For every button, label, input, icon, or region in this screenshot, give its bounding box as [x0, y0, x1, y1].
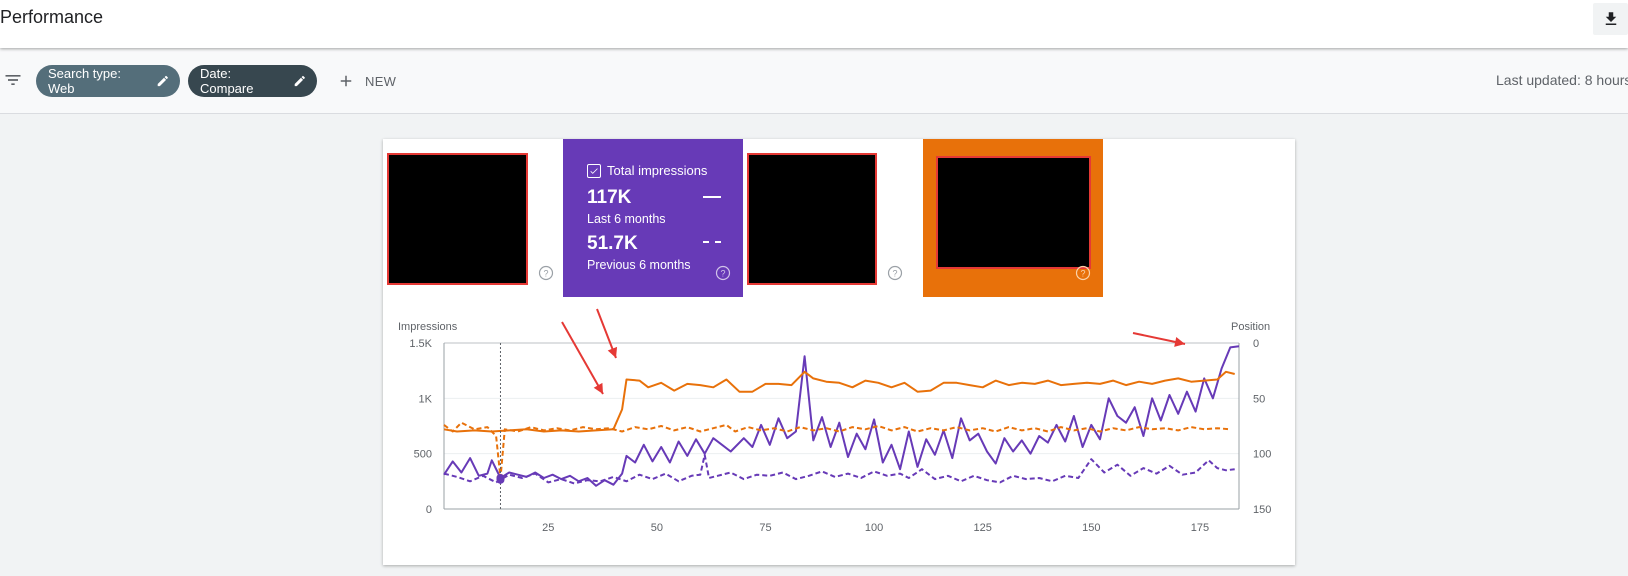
- dashed-line-legend-icon: [703, 241, 721, 243]
- redacted-box: [747, 153, 877, 285]
- help-icon[interactable]: ?: [1075, 265, 1091, 281]
- svg-text:?: ?: [892, 268, 897, 278]
- left-tick-label: 1.5K: [409, 338, 432, 350]
- x-tick-label: 75: [759, 522, 771, 534]
- previous-impressions-value: 51.7K: [587, 233, 638, 254]
- previous-period-label: Previous 6 months: [587, 258, 691, 272]
- right-tick-label: 100: [1253, 449, 1271, 461]
- left-tick-label: 0: [426, 504, 432, 516]
- x-tick-label: 25: [542, 522, 554, 534]
- edit-icon[interactable]: [293, 74, 307, 88]
- left-tick-label: 500: [414, 449, 432, 461]
- new-filter-button[interactable]: NEW: [337, 70, 396, 92]
- impressions-label[interactable]: Total impressions: [587, 163, 707, 178]
- metric-tile-clicks[interactable]: ?: [383, 139, 563, 297]
- performance-card: ? Total impressions 117K Last 6 months 5…: [383, 139, 1295, 565]
- x-tick-label: 175: [1191, 522, 1209, 534]
- right-tick-label: 50: [1253, 393, 1265, 405]
- last-updated-text: Last updated: 8 hours ago: [1496, 72, 1628, 88]
- right-tick-label: 150: [1253, 504, 1271, 516]
- impressions-dashed-line: [443, 453, 1235, 485]
- x-tick-label: 100: [865, 522, 883, 534]
- arrow-head: [1174, 337, 1185, 347]
- metric-tile-ctr[interactable]: ?: [743, 139, 923, 297]
- svg-text:?: ?: [543, 268, 548, 278]
- help-icon[interactable]: ?: [887, 265, 903, 281]
- filter-bar: Search type: Web Date: Compare NEW Last …: [0, 48, 1628, 114]
- x-tick-label: 50: [651, 522, 663, 534]
- arrow-shaft: [561, 321, 604, 395]
- hover-point: [496, 475, 505, 484]
- plus-icon: [340, 75, 352, 87]
- edit-icon[interactable]: [156, 74, 170, 88]
- download-icon: [1605, 12, 1616, 25]
- download-button[interactable]: [1593, 3, 1628, 35]
- impressions-title: Total impressions: [607, 163, 708, 178]
- svg-text:?: ?: [1080, 268, 1085, 278]
- right-tick-label: 0: [1253, 338, 1259, 350]
- app-header: Performance: [0, 0, 1628, 48]
- checkbox-checked-icon[interactable]: [587, 163, 601, 178]
- solid-line-legend-icon: [703, 196, 721, 198]
- filter-icon[interactable]: [3, 70, 23, 90]
- current-period-label: Last 6 months: [587, 212, 666, 226]
- chip-label: Date: Compare: [200, 66, 254, 96]
- search-type-chip[interactable]: Search type: Web: [36, 65, 180, 97]
- svg-text:?: ?: [720, 268, 725, 278]
- new-label: NEW: [365, 73, 397, 89]
- metric-tile-impressions[interactable]: Total impressions 117K Last 6 months 51.…: [563, 139, 743, 297]
- redacted-box: [387, 153, 528, 285]
- chip-label: Search type: Web: [48, 66, 121, 96]
- impressions-solid-line: [443, 345, 1240, 487]
- x-tick-label: 125: [974, 522, 992, 534]
- left-tick-label: 1K: [419, 393, 433, 405]
- help-icon[interactable]: ?: [715, 265, 731, 281]
- left-axis-title: Impressions: [398, 321, 458, 333]
- performance-chart[interactable]: Impressions Position 0 500 1K 1.5K 0 50 100 150…: [383, 297, 1295, 565]
- help-icon[interactable]: ?: [538, 265, 554, 281]
- current-impressions-value: 117K: [587, 187, 632, 208]
- date-compare-chip[interactable]: Date: Compare: [188, 65, 317, 97]
- right-axis-title: Position: [1231, 321, 1270, 333]
- metric-tile-position[interactable]: ?: [923, 139, 1103, 297]
- page-title: Performance: [0, 7, 104, 27]
- redacted-box: [936, 156, 1091, 269]
- x-tick-label: 150: [1082, 522, 1100, 534]
